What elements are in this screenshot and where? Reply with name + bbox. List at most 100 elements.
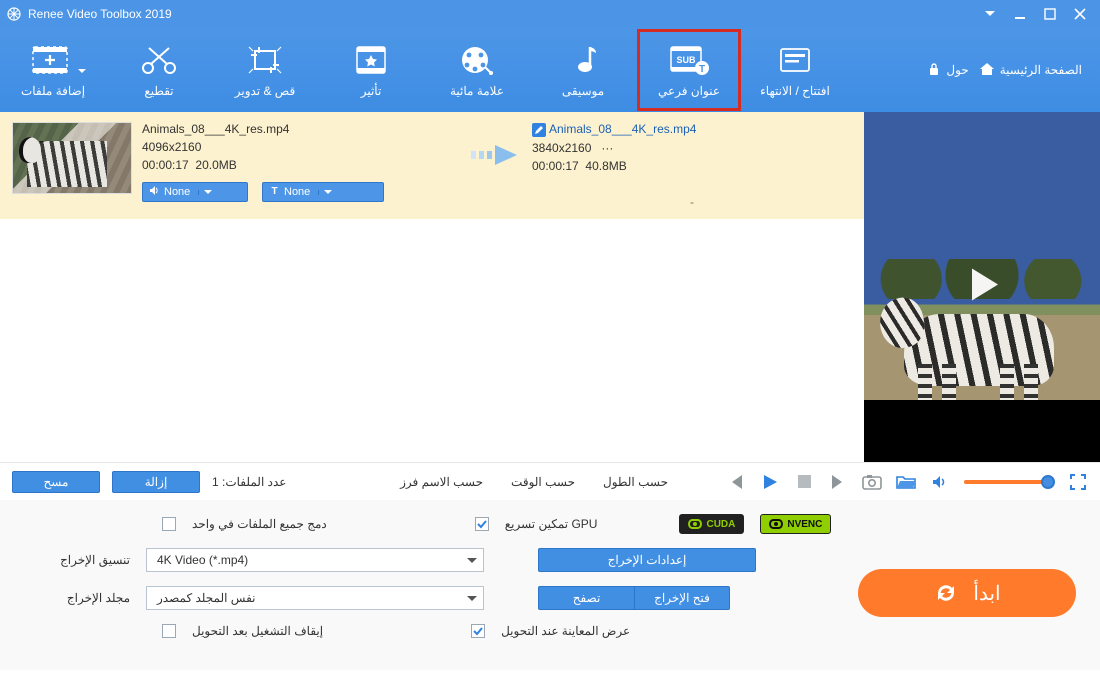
toolbar: إضافة ملفات تقطيع قص & تدوير تأثير علامة…	[0, 28, 1100, 112]
file-row[interactable]: Animals_08___4K_res.mp4 4096x2160 00:00:…	[0, 112, 864, 219]
tool-label: عنوان فرعي	[658, 84, 720, 98]
output-folder-select[interactable]: نفس المجلد كمصدر	[146, 586, 484, 610]
svg-text:SUB: SUB	[676, 55, 696, 65]
output-folder-label: مجلد الإخراج	[18, 591, 130, 605]
volume-icon[interactable]	[930, 472, 950, 492]
file-list: Animals_08___4K_res.mp4 4096x2160 00:00:…	[0, 112, 864, 462]
play-overlay-icon[interactable]	[954, 257, 1010, 318]
volume-slider[interactable]	[964, 480, 1054, 484]
source-meta: Animals_08___4K_res.mp4 4096x2160 00:00:…	[142, 122, 462, 209]
dash: -	[532, 195, 852, 209]
chevron-down-icon	[78, 63, 86, 77]
output-format-label: تنسيق الإخراج	[18, 553, 130, 567]
shutdown-label: إيقاف التشغيل بعد التحويل	[192, 624, 323, 638]
tool-intro-outro[interactable]: افتتاح / الانتهاء	[742, 28, 848, 112]
sort-by-time[interactable]: حسب الوقت	[511, 475, 575, 489]
snapshot-button[interactable]	[862, 472, 882, 492]
speaker-icon	[149, 185, 160, 199]
merge-label: دمج جميع الملفات في واحد	[192, 517, 327, 531]
maximize-button[interactable]	[1036, 3, 1064, 25]
gpu-label: تمكين تسريع GPU	[505, 517, 598, 531]
tool-subtitle[interactable]: SUBT عنوان فرعي	[636, 28, 742, 112]
tool-effect[interactable]: تأثير	[318, 28, 424, 112]
options-dropdown-icon[interactable]	[976, 3, 1004, 25]
tool-label: علامة مائية	[450, 84, 504, 98]
merge-checkbox[interactable]	[162, 517, 176, 531]
app-title: Renee Video Toolbox 2019	[28, 7, 172, 21]
arrow-icon	[462, 122, 532, 209]
chevron-down-icon	[318, 190, 336, 195]
tool-label: تقطيع	[144, 84, 173, 98]
file-thumbnail	[12, 122, 132, 194]
prev-button[interactable]	[726, 472, 746, 492]
output-format-value: 4K Video (*.mp4)	[157, 553, 248, 567]
nvenc-badge: NVENC	[760, 514, 831, 534]
source-filename: Animals_08___4K_res.mp4	[142, 122, 462, 136]
open-folder-button[interactable]	[896, 472, 916, 492]
sort-by-length[interactable]: حسب الطول	[603, 475, 668, 489]
cuda-badge: CUDA	[679, 514, 744, 534]
crop-rotate-icon	[245, 42, 285, 78]
audio-track-value: None	[164, 186, 190, 198]
about-label: حول	[946, 63, 968, 77]
preview-label: عرض المعاينة عند التحويل	[501, 624, 630, 638]
home-icon	[979, 62, 995, 79]
tool-cut[interactable]: تقطيع	[106, 28, 212, 112]
sort-by-name[interactable]: حسب الاسم فرز	[400, 475, 483, 489]
app-logo-icon	[6, 6, 22, 22]
effect-icon	[351, 42, 391, 78]
output-panel: دمج جميع الملفات في واحد تمكين تسريع GPU…	[0, 500, 1100, 670]
preview-checkbox[interactable]	[471, 624, 485, 638]
preview-video[interactable]	[864, 112, 1100, 462]
tool-crop-rotate[interactable]: قص & تدوير	[212, 28, 318, 112]
audio-track-dropdown[interactable]: None	[142, 182, 248, 202]
svg-text:T: T	[271, 186, 277, 196]
title-bar: Renee Video Toolbox 2019	[0, 0, 1100, 28]
minimize-button[interactable]	[1006, 3, 1034, 25]
tool-label: إضافة ملفات	[21, 84, 85, 98]
start-button[interactable]: ابدأ	[858, 569, 1076, 617]
tool-label: موسيقى	[562, 84, 604, 98]
scissors-icon	[139, 42, 179, 78]
subtitle-track-dropdown[interactable]: T None	[262, 182, 384, 202]
gpu-checkbox[interactable]	[475, 517, 489, 531]
home-link[interactable]: الصفحة الرئيسية	[979, 62, 1082, 79]
header-links: حول الصفحة الرئيسية	[927, 28, 1100, 112]
dest-dur-size: 00:00:17 40.8MB	[532, 159, 852, 173]
browse-button[interactable]: تصفح	[538, 586, 634, 610]
add-files-icon	[31, 42, 75, 78]
open-output-button[interactable]: فتح الإخراج	[634, 586, 730, 610]
start-label: ابدأ	[973, 581, 1000, 606]
text-icon: T	[269, 185, 280, 199]
fullscreen-button[interactable]	[1068, 472, 1088, 492]
dest-resolution: 3840x2160 ···	[532, 141, 852, 155]
play-button[interactable]	[760, 472, 780, 492]
close-button[interactable]	[1066, 3, 1094, 25]
tool-music[interactable]: موسيقى	[530, 28, 636, 112]
output-folder-value: نفس المجلد كمصدر	[157, 591, 255, 605]
svg-text:T: T	[699, 64, 705, 75]
tool-label: قص & تدوير	[235, 84, 296, 98]
tool-add-files[interactable]: إضافة ملفات	[0, 28, 106, 112]
home-label: الصفحة الرئيسية	[1000, 63, 1082, 77]
dest-filename[interactable]: Animals_08___4K_res.mp4	[532, 122, 852, 137]
stop-button[interactable]	[794, 472, 814, 492]
output-settings-button[interactable]: إعدادات الإخراج	[538, 548, 756, 572]
remove-button[interactable]: إزالة	[112, 471, 200, 493]
clear-button[interactable]: مسح	[12, 471, 100, 493]
intro-outro-icon	[775, 42, 815, 78]
lock-icon	[927, 62, 941, 79]
shutdown-checkbox[interactable]	[162, 624, 176, 638]
next-button[interactable]	[828, 472, 848, 492]
source-dur-size: 00:00:17 20.0MB	[142, 158, 462, 172]
about-link[interactable]: حول	[927, 62, 968, 79]
output-format-select[interactable]: 4K Video (*.mp4)	[146, 548, 484, 572]
tool-label: افتتاح / الانتهاء	[760, 84, 830, 98]
subtitle-track-value: None	[284, 186, 310, 198]
tool-watermark[interactable]: علامة مائية	[424, 28, 530, 112]
chevron-down-icon	[467, 553, 477, 567]
tool-label: تأثير	[361, 84, 382, 98]
chevron-down-icon	[467, 591, 477, 605]
refresh-icon	[933, 580, 959, 606]
dest-meta: Animals_08___4K_res.mp4 3840x2160 ··· 00…	[532, 122, 852, 209]
